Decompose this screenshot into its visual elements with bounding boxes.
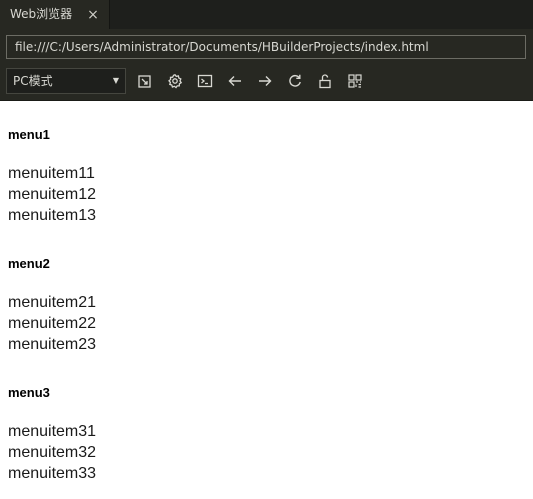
close-icon[interactable]: × [86, 8, 100, 22]
list-item: menuitem12 [8, 186, 97, 203]
open-external-icon[interactable] [137, 73, 153, 89]
list-item: menuitem13 [8, 207, 97, 224]
chevron-down-icon: ▼ [112, 76, 119, 85]
browser-toolbar: PC模式 ▼ [0, 63, 533, 101]
list-item: menuitem21 [8, 294, 97, 311]
mode-select-value: PC模式 [13, 74, 53, 88]
list-item: menuitem22 [8, 315, 97, 332]
menu-title: menu2 [8, 256, 50, 271]
list-item: menuitem33 [8, 465, 97, 482]
tab-web-browser[interactable]: Web浏览器 × [0, 0, 110, 29]
qr-code-icon[interactable] [347, 73, 363, 89]
unlock-icon[interactable] [317, 73, 333, 89]
console-icon[interactable] [197, 73, 213, 89]
list-item: menuitem31 [8, 423, 97, 440]
forward-arrow-icon[interactable] [257, 73, 273, 89]
url-input[interactable] [6, 35, 526, 59]
menu-block: menu2 menuitem21 menuitem22 menuitem23 [8, 256, 96, 355]
browser-window: Web浏览器 × PC模式 ▼ [0, 0, 533, 499]
menu-block: menu3 menuitem31 menuitem32 menuitem33 [8, 385, 96, 484]
menu-block: menu1 menuitem11 menuitem12 menuitem13 [8, 127, 96, 226]
page-content: menu1 menuitem11 menuitem12 menuitem13 m… [0, 101, 533, 499]
menu-title: menu3 [8, 385, 50, 400]
refresh-icon[interactable] [287, 73, 303, 89]
back-arrow-icon[interactable] [227, 73, 243, 89]
tab-bar: Web浏览器 × [0, 0, 533, 29]
list-item: menuitem23 [8, 336, 97, 353]
settings-icon[interactable] [167, 73, 183, 89]
menu-title: menu1 [8, 127, 50, 142]
tab-label: Web浏览器 [10, 7, 73, 21]
address-bar [0, 29, 533, 63]
list-item: menuitem11 [8, 165, 95, 182]
list-item: menuitem32 [8, 444, 97, 461]
mode-select[interactable]: PC模式 ▼ [6, 68, 126, 94]
